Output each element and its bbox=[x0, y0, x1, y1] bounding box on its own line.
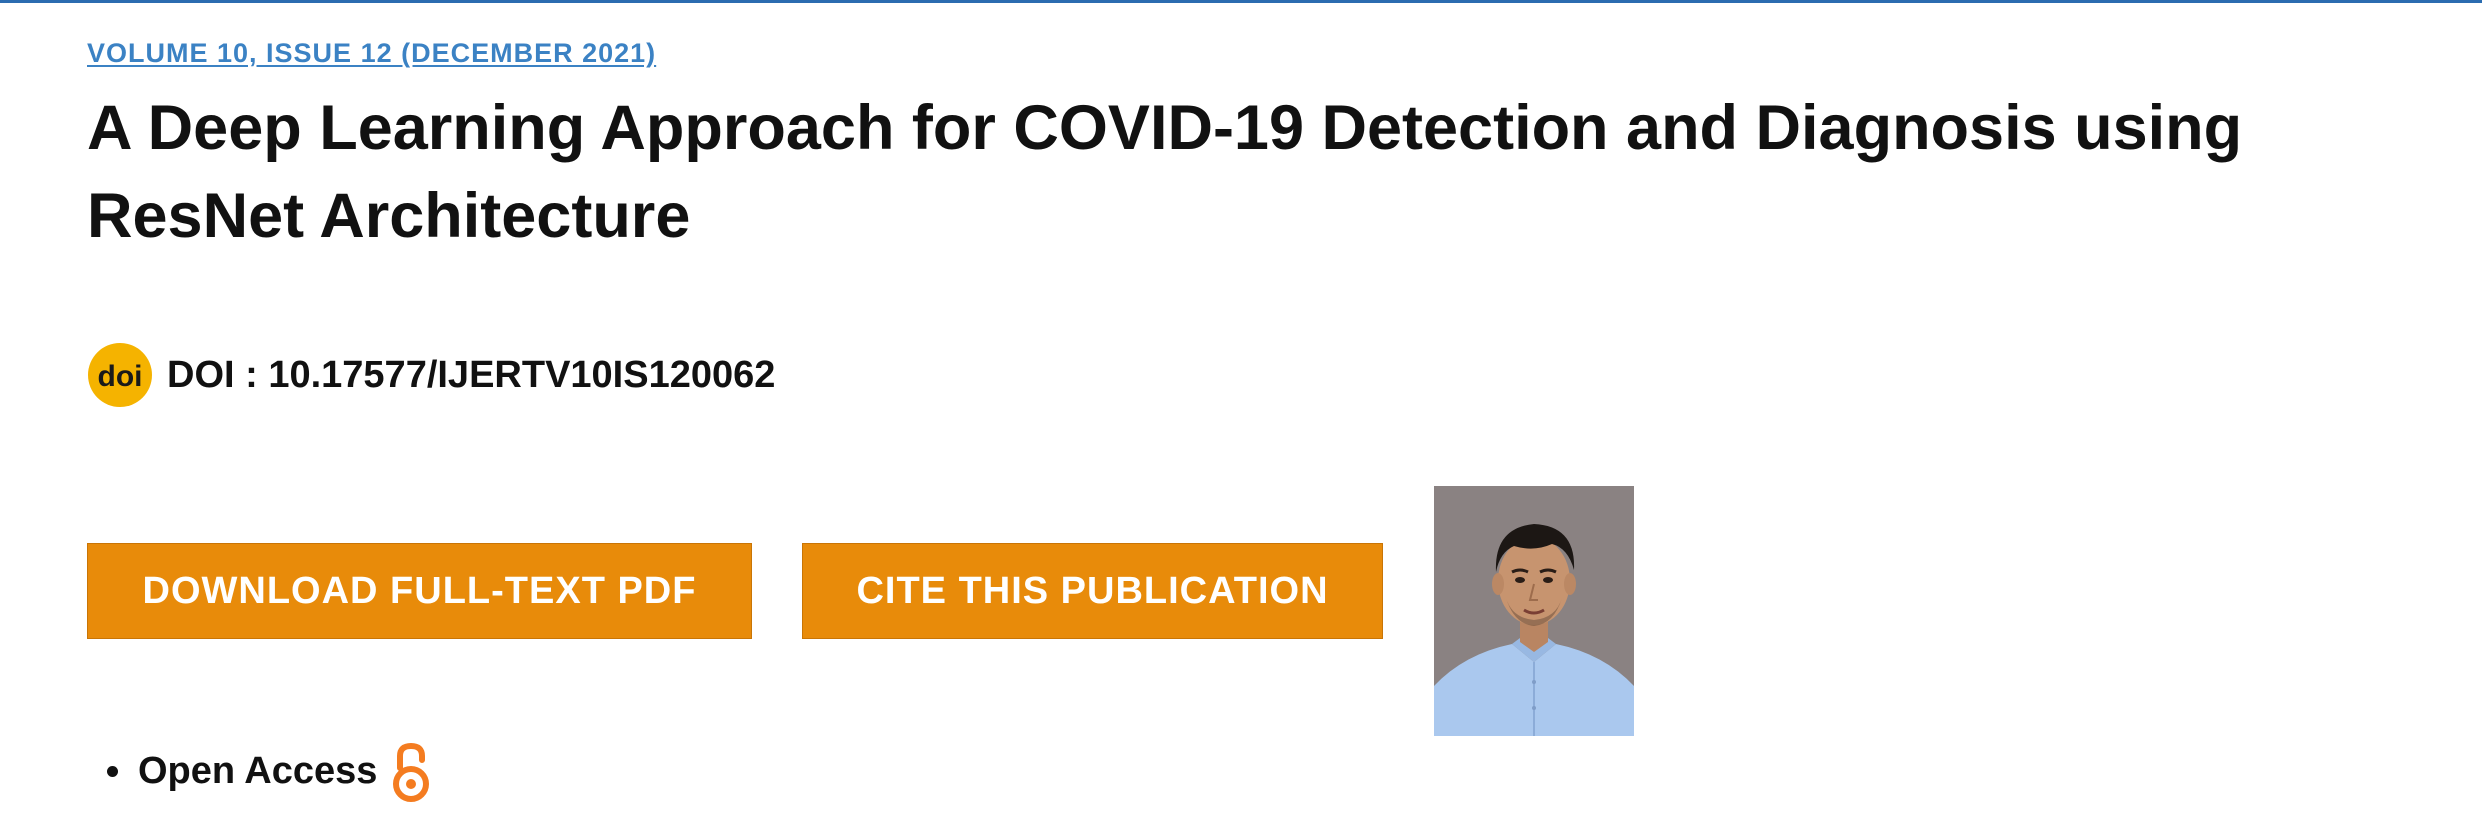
doi-row: doi DOI : 10.17577/IJERTV10IS120062 bbox=[87, 340, 775, 410]
features-list: Open Access bbox=[87, 736, 431, 806]
top-accent-rule bbox=[0, 0, 2482, 3]
author-photo bbox=[1434, 486, 1634, 736]
list-item-open-access: Open Access bbox=[87, 736, 431, 806]
bullet-icon bbox=[107, 765, 118, 777]
download-full-text-pdf-button[interactable]: DOWNLOAD FULL-TEXT PDF bbox=[87, 543, 752, 639]
article-title: A Deep Learning Approach for COVID-19 De… bbox=[87, 93, 2243, 251]
open-access-label: Open Access bbox=[138, 749, 378, 792]
issue-link[interactable]: VOLUME 10, ISSUE 12 (DECEMBER 2021) bbox=[87, 38, 656, 69]
open-access-icon bbox=[393, 742, 430, 802]
cite-this-publication-button[interactable]: CITE THIS PUBLICATION bbox=[802, 543, 1383, 639]
doi-text[interactable]: DOI : 10.17577/IJERTV10IS120062 bbox=[167, 354, 775, 397]
doi-logo-icon: doi bbox=[88, 343, 152, 407]
doi-logo-text: doi bbox=[98, 360, 143, 393]
